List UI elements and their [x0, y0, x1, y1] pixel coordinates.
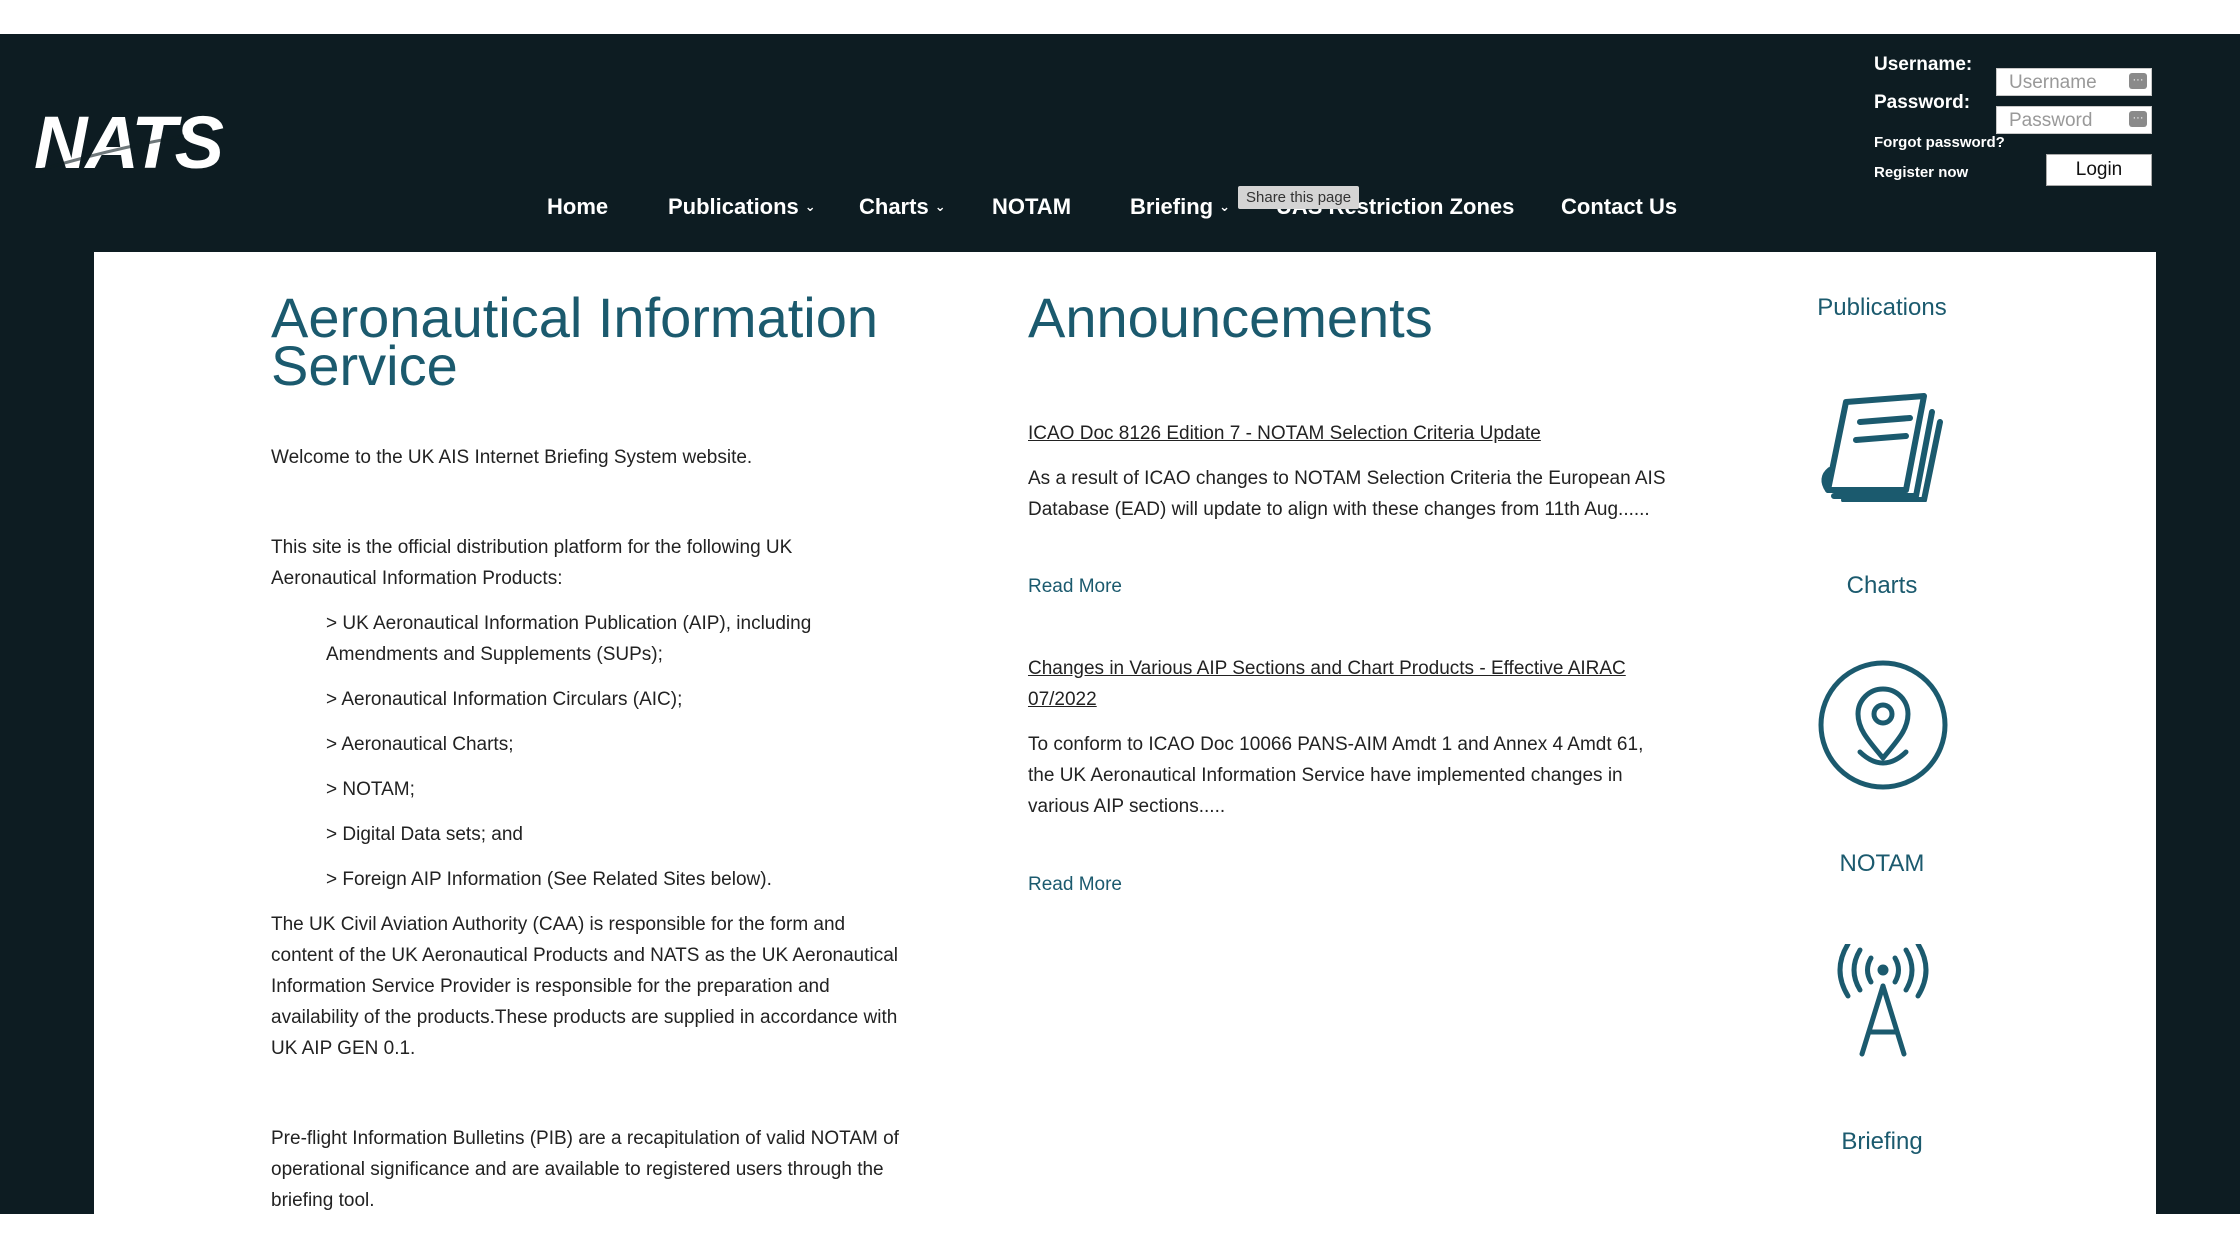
- caa-text: The UK Civil Aviation Authority (CAA) is…: [271, 914, 899, 1059]
- chevron-down-icon: ⌄: [1219, 199, 1231, 214]
- sidebar-title-publications[interactable]: Publications: [1762, 294, 2002, 322]
- map-pin-icon[interactable]: [1816, 658, 1950, 792]
- nav-contact-us[interactable]: Contact Us: [1561, 194, 1677, 220]
- product-item: > NOTAM;: [326, 779, 415, 800]
- product-item: > Aeronautical Information Circulars (AI…: [326, 689, 683, 710]
- book-stack-icon[interactable]: [1820, 386, 1946, 502]
- sidebar-title-briefing[interactable]: Briefing: [1762, 1128, 2002, 1156]
- sidebar-title-charts[interactable]: Charts: [1762, 572, 2002, 600]
- page-frame: NATS Username: Username ··· Password: Pa…: [0, 34, 2240, 1214]
- radio-tower-icon[interactable]: [1832, 944, 1934, 1058]
- read-more-link[interactable]: Read More: [1028, 576, 1122, 598]
- share-tooltip[interactable]: Share this page: [1238, 186, 1360, 209]
- login-button[interactable]: Login: [2046, 154, 2152, 186]
- username-input[interactable]: Username ···: [1996, 68, 2152, 96]
- register-link[interactable]: Register now: [1874, 164, 1968, 181]
- page-title: Aeronautical Information Service: [271, 286, 879, 397]
- announcement-headline-link[interactable]: ICAO Doc 8126 Edition 7 - NOTAM Selectio…: [1028, 418, 1541, 449]
- chevron-down-icon: ⌄: [934, 199, 946, 214]
- username-placeholder: Username: [2009, 72, 2097, 93]
- announcement-body: To conform to ICAO Doc 10066 PANS-AIM Am…: [1028, 734, 1644, 817]
- password-input[interactable]: Password ···: [1996, 106, 2152, 134]
- announcement-headline-link[interactable]: Changes in Various AIP Sections and Char…: [1028, 653, 1626, 715]
- sidebar-title-notam[interactable]: NOTAM: [1762, 850, 2002, 878]
- nav-notam[interactable]: NOTAM: [992, 194, 1071, 220]
- main-content: Aeronautical Information Service Welcome …: [94, 252, 2156, 1214]
- read-more-link[interactable]: Read More: [1028, 874, 1122, 896]
- nav-publications[interactable]: Publications ⌄: [668, 194, 816, 220]
- product-item: > Foreign AIP Information (See Related S…: [326, 869, 772, 890]
- logo-text: NATS: [34, 110, 224, 180]
- nav-charts[interactable]: Charts ⌄: [859, 194, 946, 220]
- login-panel: Username: Username ··· Password: Passwor…: [1874, 50, 2164, 200]
- nats-logo[interactable]: NATS: [34, 101, 274, 184]
- chevron-down-icon: ⌄: [804, 199, 816, 214]
- main-nav: Home Publications ⌄ Charts ⌄ NOTAM Briefin…: [0, 194, 2240, 234]
- product-item: > Aeronautical Charts;: [326, 734, 514, 755]
- nav-home[interactable]: Home: [547, 194, 608, 220]
- nav-briefing[interactable]: Briefing ⌄: [1130, 194, 1230, 220]
- product-item: > UK Aeronautical Information Publicatio…: [326, 613, 812, 665]
- username-label: Username:: [1874, 54, 1973, 75]
- announcements-title: Announcements: [1028, 286, 1433, 349]
- password-label: Password:: [1874, 92, 1971, 113]
- password-manager-icon[interactable]: ···: [2129, 111, 2147, 127]
- platform-text: This site is the official distribution p…: [271, 537, 793, 589]
- pib-text: Pre-flight Information Bulletins (PIB) a…: [271, 1128, 899, 1211]
- password-placeholder: Password: [2009, 110, 2093, 131]
- announcement-body: As a result of ICAO changes to NOTAM Sel…: [1028, 468, 1666, 520]
- forgot-password-link[interactable]: Forgot password?: [1874, 134, 2005, 151]
- welcome-text: Welcome to the UK AIS Internet Briefing …: [271, 447, 753, 468]
- password-manager-icon[interactable]: ···: [2129, 73, 2147, 89]
- product-item: > Digital Data sets; and: [326, 824, 523, 845]
